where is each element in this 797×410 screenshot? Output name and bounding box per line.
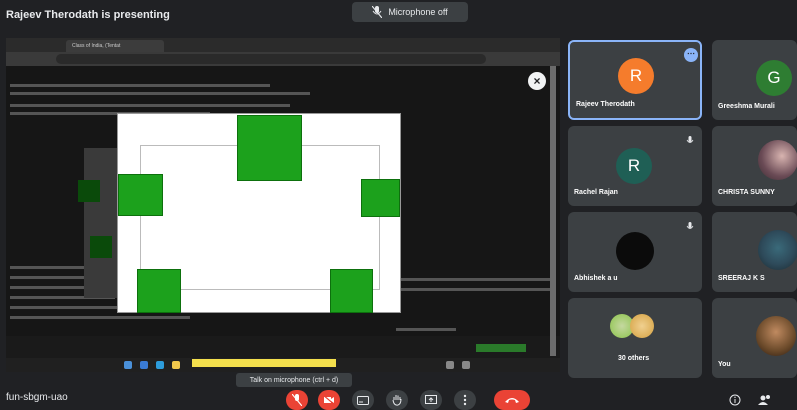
browser-tab-strip: Class of India, (Tentat [6,38,560,52]
background-green-block [78,180,100,202]
diagram-box-left [118,174,163,216]
participant-name: CHRISTA SUNNY [718,189,775,196]
others-tile[interactable]: 30 others [568,298,702,378]
address-field [56,54,486,64]
text-line [10,92,310,95]
participant-name: Greeshma Murali [718,103,775,110]
camera-toggle-button[interactable] [318,390,340,410]
participant-tile[interactable]: CHRISTA SUNNY [712,126,797,206]
avatar: R [616,148,652,184]
background-green-block [476,344,526,352]
taskbar-app-icon [446,361,454,369]
people-button[interactable] [756,390,774,410]
participant-tile[interactable]: G Greeshma Murali [712,40,797,120]
captions-icon [357,395,369,405]
avatar [756,316,796,356]
background-green-block [90,236,112,258]
present-button[interactable] [420,390,442,410]
self-tile[interactable]: You [712,298,797,378]
mic-icon [686,136,694,143]
avatar [616,232,654,270]
text-line [401,288,551,291]
participant-tile[interactable]: SREERAJ K S [712,212,797,292]
taskbar-app-icon [156,361,164,369]
end-call-button[interactable] [494,390,530,410]
raise-hand-button[interactable] [386,390,408,410]
others-count-label: 30 others [618,355,650,362]
participant-name: Rajeev Therodath [576,101,635,108]
participant-name: You [718,361,731,368]
people-icon [758,395,770,405]
taskbar-app-icon [140,361,148,369]
present-icon [425,395,437,404]
avatar: R [618,58,654,94]
avatar [758,230,797,270]
text-line [10,84,270,87]
participant-name: Rachel Rajan [574,189,618,196]
more-options-button[interactable] [454,390,476,410]
microphone-status-pill[interactable]: Microphone off [352,2,468,22]
text-line [401,278,551,281]
top-bar: Rajeev Therodath is presenting Microphon… [0,0,797,32]
mic-icon [686,222,694,229]
mic-toggle-button[interactable] [286,390,308,410]
more-options-icon[interactable]: ⋯ [684,48,698,62]
diagram-box-bottom-left [137,269,181,313]
more-vert-icon [463,394,467,406]
text-line [396,328,456,331]
avatar [758,140,797,180]
meeting-info-button[interactable] [726,390,744,410]
taskbar-app-icon [462,361,470,369]
mic-off-icon [371,5,383,19]
meeting-code: fun-sbgm-uao [6,392,68,403]
screen-scrollbar[interactable] [550,66,556,356]
avatar: G [756,60,792,96]
hand-icon [392,395,402,406]
taskbar-highlight [192,359,336,367]
presenting-label: Rajeev Therodath is presenting [6,9,170,21]
end-call-icon [505,398,519,403]
avatar [630,314,654,338]
taskbar-app-icon [124,361,132,369]
talk-tooltip: Talk on microphone (ctrl + d) [236,373,352,387]
info-icon [729,394,741,406]
participant-tile[interactable]: R Rachel Rajan [568,126,702,206]
captions-button[interactable] [352,390,374,410]
close-icon[interactable]: × [528,72,546,90]
participant-tile[interactable]: R ⋯ Rajeev Therodath [568,40,702,120]
address-bar [6,52,560,66]
taskbar-app-icon [172,361,180,369]
diagram-box-top [237,115,302,181]
text-line [10,104,290,107]
participant-name: Abhishek a u [574,275,618,282]
participant-name: SREERAJ K S [718,275,765,282]
diagram-box-bottom-right [330,269,373,313]
text-line [10,306,120,309]
participant-tile[interactable]: Abhishek a u [568,212,702,292]
mic-off-icon [292,394,302,406]
browser-tab: Class of India, (Tentat [66,40,164,52]
diagram-box-right [361,179,400,217]
mic-status-text: Microphone off [388,7,448,17]
camera-off-icon [323,395,335,405]
text-line [10,316,190,319]
